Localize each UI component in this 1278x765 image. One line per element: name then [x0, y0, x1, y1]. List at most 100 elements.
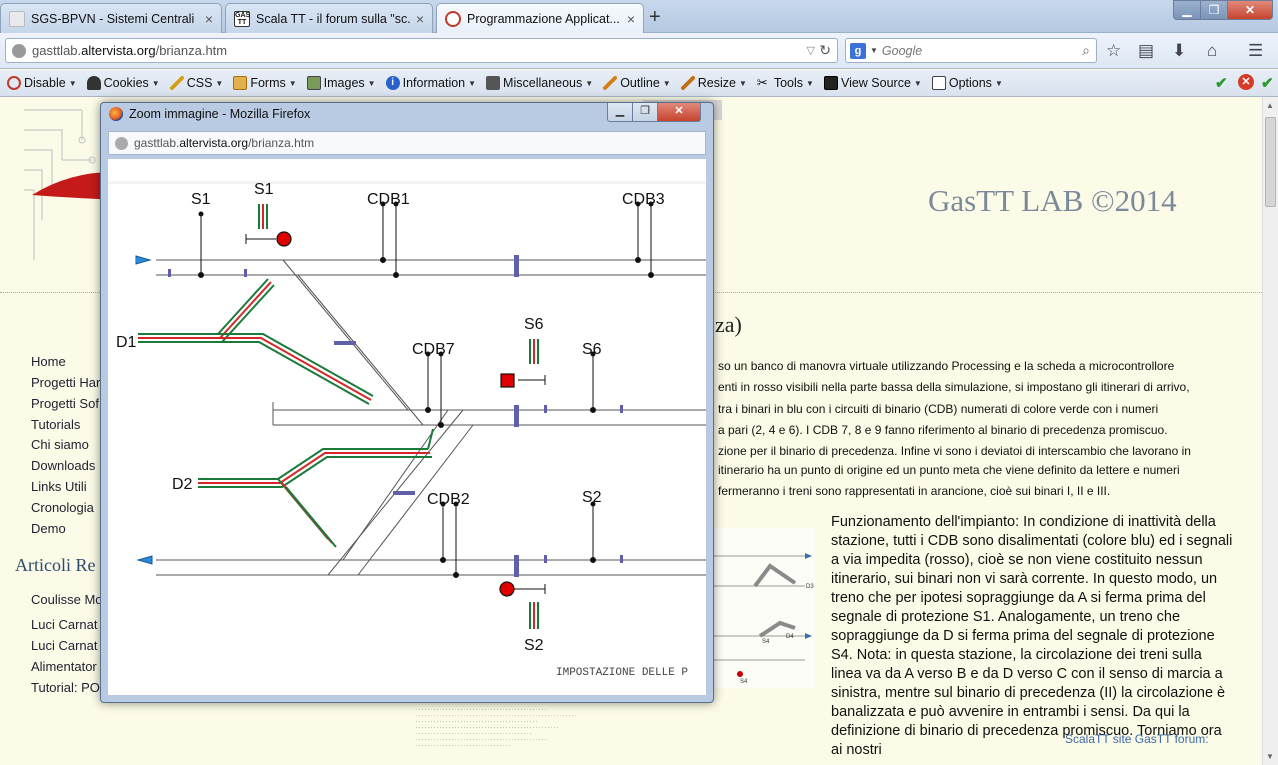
- article-link[interactable]: Luci Carnat: [31, 617, 97, 632]
- forms-menu[interactable]: Forms ▼: [228, 76, 301, 90]
- chevron-down-icon[interactable]: ▼: [870, 46, 878, 55]
- tab-sgs-bpvn[interactable]: SGS-BPVN - Sistemi Centrali ×: [0, 3, 222, 33]
- miscellaneous-menu[interactable]: Miscellaneous ▼: [481, 76, 598, 90]
- minimize-button[interactable]: ▁: [1173, 0, 1201, 20]
- body-text-line: fermeranno i treni sono rappresentati in…: [718, 484, 1111, 498]
- maximize-button[interactable]: ❐: [1200, 0, 1228, 20]
- chevron-down-icon: ▼: [151, 78, 160, 88]
- tab-programmazione[interactable]: Programmazione Applicat... ×: [436, 3, 644, 33]
- impostazione-label: IMPOSTAZIONE DELLE P: [556, 667, 688, 679]
- article-link[interactable]: Luci Carnat: [31, 638, 97, 653]
- disable-icon: [7, 76, 21, 90]
- popup-url-bar[interactable]: gasttlab.altervista.org/brianza.htm: [108, 131, 706, 155]
- close-icon[interactable]: ×: [627, 11, 635, 27]
- article-link[interactable]: Tutorial: PO: [31, 680, 100, 695]
- menu-item-progetti-software[interactable]: Progetti Sof: [31, 396, 99, 411]
- chevron-down-icon: ▼: [68, 78, 77, 88]
- bookmark-star-icon[interactable]: ☆: [1106, 41, 1121, 61]
- d2-label: D2: [172, 476, 193, 493]
- tab-title: Scala TT - il forum sulla "sc...: [256, 11, 410, 26]
- articles-heading: Articoli Re: [15, 555, 96, 575]
- popup-maximize-button[interactable]: ❐: [632, 103, 658, 122]
- menu-item-tutorials[interactable]: Tutorials: [31, 417, 80, 432]
- wrench-icon: ✂: [756, 75, 768, 90]
- cookies-menu[interactable]: Cookies ▼: [82, 76, 165, 90]
- error-icon[interactable]: ✕: [1238, 74, 1254, 90]
- check-icon[interactable]: ✔: [1261, 74, 1274, 92]
- globe-icon: [12, 43, 26, 58]
- signal-s1[interactable]: [276, 231, 292, 247]
- article-link[interactable]: Alimentator: [31, 659, 97, 674]
- popup-minimize-button[interactable]: ▁: [607, 103, 633, 122]
- signal-s2[interactable]: [499, 581, 515, 597]
- menu-item-progetti-hardware[interactable]: Progetti Har: [31, 375, 100, 390]
- cdb1-label: CDB1: [367, 191, 410, 208]
- search-bar[interactable]: g ▼ Google ⌕: [845, 38, 1097, 63]
- pencil-icon: [603, 76, 618, 90]
- scala-tt-icon: GAS TT: [234, 10, 251, 27]
- signal-s6[interactable]: [500, 373, 515, 388]
- cookies-label: Cookies: [103, 76, 149, 90]
- resize-menu[interactable]: Resize ▼: [676, 76, 752, 90]
- css-menu[interactable]: CSS ▼: [165, 76, 229, 90]
- view-source-menu[interactable]: View Source ▼: [819, 76, 927, 90]
- chevron-down-icon: ▼: [994, 78, 1003, 88]
- popup-title: Zoom immagine - Mozilla Firefox: [129, 107, 311, 121]
- menu-item-demo[interactable]: Demo: [31, 521, 66, 536]
- information-label: Information: [402, 76, 466, 90]
- chevron-down-icon: ▼: [585, 78, 594, 88]
- close-window-button[interactable]: ✕: [1227, 0, 1273, 20]
- dropdown-arrow-icon[interactable]: ▽: [807, 44, 815, 57]
- images-menu[interactable]: Images ▼: [302, 76, 381, 90]
- new-tab-button[interactable]: +: [649, 6, 661, 29]
- page-scrollbar[interactable]: ▲ ▼: [1262, 97, 1278, 765]
- check-icon[interactable]: ✔: [1215, 74, 1228, 92]
- footer-links[interactable]: ScalaTT site GasTT forum:: [1065, 732, 1209, 746]
- reload-icon[interactable]: ↻: [819, 42, 831, 59]
- chevron-down-icon: ▼: [913, 78, 922, 88]
- scroll-up-icon[interactable]: ▲: [1266, 101, 1274, 110]
- forms-label: Forms: [250, 76, 286, 90]
- chevron-down-icon: ▼: [288, 78, 297, 88]
- information-menu[interactable]: i Information ▼: [381, 76, 481, 90]
- popup-close-button[interactable]: ✕: [657, 103, 701, 122]
- site-title: GasTT LAB ©2014: [928, 183, 1177, 218]
- bookmarks-list-icon[interactable]: ▤: [1138, 41, 1154, 61]
- scroll-down-icon[interactable]: ▼: [1266, 752, 1274, 761]
- page-heading: za): [715, 312, 742, 337]
- menu-item-cronologia[interactable]: Cronologia: [31, 500, 94, 515]
- tools-menu[interactable]: ✂ Tools ▼: [752, 75, 819, 91]
- s4-label: S4: [762, 639, 770, 645]
- search-icon[interactable]: ⌕: [1082, 42, 1090, 59]
- menu-item-chi-siamo[interactable]: Chi siamo: [31, 437, 89, 452]
- menu-icon[interactable]: ☰: [1248, 41, 1263, 61]
- article-link[interactable]: Coulisse Mo: [31, 592, 103, 607]
- menu-item-links-utili[interactable]: Links Utili: [31, 479, 87, 494]
- tab-scala-tt[interactable]: GAS TT Scala TT - il forum sulla "sc... ×: [225, 3, 433, 33]
- toolbox-icon: [486, 76, 501, 90]
- s2-label: S2: [582, 489, 602, 506]
- download-icon[interactable]: ⬇: [1172, 41, 1186, 61]
- tab-title: Programmazione Applicat...: [467, 11, 620, 26]
- chevron-down-icon: ▼: [367, 78, 376, 88]
- body-text-line: so un banco di manovra virtuale utilizza…: [718, 359, 1175, 373]
- chevron-down-icon: ▼: [215, 78, 224, 88]
- home-icon[interactable]: ⌂: [1207, 41, 1217, 61]
- body-text-line: tra i binari in blu con i circuiti di bi…: [718, 402, 1159, 416]
- cdb7-label: CDB7: [412, 341, 455, 358]
- disable-menu[interactable]: Disable ▼: [2, 76, 82, 90]
- close-icon[interactable]: ×: [205, 11, 213, 27]
- options-menu[interactable]: Options ▼: [927, 76, 1008, 90]
- images-icon: [306, 76, 321, 90]
- url-bar[interactable]: gasttlab.altervista.org/brianza.htm ▽ ↻: [5, 38, 838, 63]
- close-icon[interactable]: ×: [416, 11, 424, 27]
- url-text: gasttlab.altervista.org/brianza.htm: [32, 43, 228, 58]
- tools-label: Tools: [773, 76, 804, 90]
- menu-item-downloads[interactable]: Downloads: [31, 458, 95, 473]
- popup-url-text: gasttlab.altervista.org/brianza.htm: [134, 136, 315, 150]
- options-label: Options: [948, 76, 992, 90]
- cdb2-label: CDB2: [427, 491, 470, 508]
- scrollbar-thumb[interactable]: [1265, 117, 1276, 207]
- menu-item-home[interactable]: Home: [31, 354, 66, 369]
- outline-menu[interactable]: Outline ▼: [598, 76, 676, 90]
